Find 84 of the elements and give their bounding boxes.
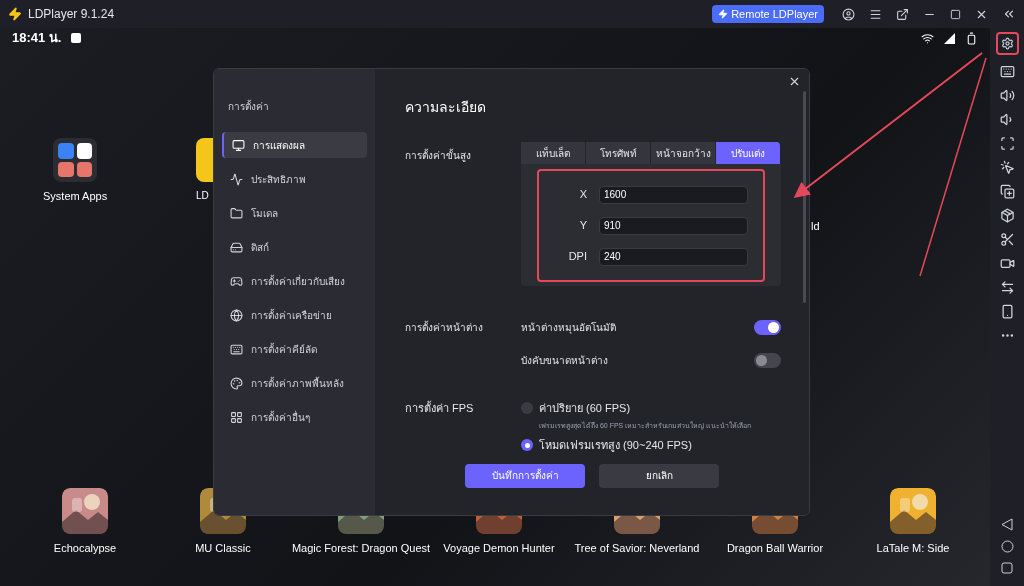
field-label: DPI bbox=[567, 249, 587, 265]
app-label: ld bbox=[811, 219, 820, 234]
swap-icon[interactable] bbox=[999, 280, 1015, 295]
app-label: MU Classic bbox=[195, 540, 251, 556]
folder-icon[interactable] bbox=[53, 138, 98, 182]
scissors-icon[interactable] bbox=[999, 232, 1015, 247]
signal-icon bbox=[944, 32, 955, 44]
nav-item[interactable]: การตั้งค่าภาพพื้นหลัง bbox=[222, 370, 367, 396]
nav-item[interactable]: ดิสก์ bbox=[222, 234, 367, 260]
lightning-icon bbox=[718, 9, 729, 19]
collapse-icon[interactable] bbox=[1002, 7, 1016, 21]
preset-tab[interactable]: โทรศัพท์ bbox=[586, 142, 651, 164]
palette-icon bbox=[230, 376, 243, 390]
settings-icon[interactable] bbox=[1000, 37, 1014, 50]
setting-label: การตั้งค่าขั้นสูง bbox=[405, 147, 472, 164]
monitor-icon bbox=[232, 138, 245, 152]
add-window-icon[interactable] bbox=[999, 184, 1015, 199]
input-field[interactable]: 240 bbox=[599, 247, 748, 266]
toggle-label: หน้าต่างหมุนอัตโนมัติ bbox=[521, 321, 616, 335]
back-icon[interactable] bbox=[1001, 518, 1013, 531]
account-icon[interactable] bbox=[842, 7, 855, 21]
section-title: ความละเอียด bbox=[405, 98, 487, 117]
close-icon[interactable] bbox=[788, 75, 801, 88]
video-icon[interactable] bbox=[999, 256, 1015, 271]
notification-icon bbox=[71, 33, 82, 43]
logo-icon bbox=[8, 7, 22, 21]
app-label: System Apps bbox=[43, 189, 108, 204]
nav-item[interactable]: การตั้งค่าเครือข่าย bbox=[222, 302, 367, 328]
gamepad-icon bbox=[230, 274, 243, 288]
cancel-button[interactable]: ยกเลิก bbox=[599, 463, 719, 488]
folder-icon bbox=[230, 206, 243, 220]
pointer-icon[interactable] bbox=[999, 160, 1015, 175]
save-button[interactable]: บันทึกการตั้งค่า bbox=[465, 463, 585, 488]
toggle-switch[interactable] bbox=[754, 320, 781, 335]
nav-item[interactable]: การตั้งค่าอื่นๆ bbox=[222, 404, 367, 430]
app-label: Magic Forest: Dragon Quest bbox=[291, 540, 431, 556]
scrollbar[interactable] bbox=[803, 91, 806, 303]
volume-up-icon[interactable] bbox=[999, 88, 1015, 103]
input-field[interactable]: 1600 bbox=[599, 185, 748, 204]
wifi-icon bbox=[921, 31, 934, 45]
radio-button[interactable] bbox=[521, 439, 533, 452]
maximize-icon[interactable] bbox=[950, 8, 961, 20]
screenshot-icon[interactable] bbox=[999, 136, 1015, 151]
app-icon[interactable] bbox=[196, 138, 213, 182]
input-field[interactable]: 910 bbox=[599, 216, 748, 235]
app-label: LaTale M: Side bbox=[876, 540, 950, 556]
nav-item[interactable]: การแสดงผล bbox=[222, 132, 367, 158]
settings-title: การตั้งค่า bbox=[227, 99, 270, 114]
toggle-switch[interactable] bbox=[754, 353, 781, 368]
setting-label: การตั้งค่า FPS bbox=[405, 400, 475, 416]
radio-label: โหมดเฟรมเรทสูง (90~240 FPS) bbox=[539, 438, 692, 454]
nav-item[interactable]: การตั้งค่าคีย์ลัด bbox=[222, 336, 367, 362]
popout-icon[interactable] bbox=[896, 7, 909, 21]
radio-button[interactable] bbox=[521, 402, 533, 415]
keyboard-icon bbox=[230, 342, 243, 356]
field-label: Y bbox=[578, 218, 587, 234]
nav-item[interactable]: โมเดล bbox=[222, 200, 367, 226]
radio-label: ค่าปริยาย (60 FPS) bbox=[539, 401, 631, 416]
preset-tab[interactable]: หน้าจอกว้าง bbox=[651, 142, 716, 164]
field-label: X bbox=[578, 187, 587, 203]
app-label: Dragon Ball Warrior bbox=[726, 540, 824, 556]
keyboard-icon[interactable] bbox=[999, 64, 1015, 79]
window-title: LDPlayer 9.1.24 bbox=[28, 6, 115, 23]
toggle-label: บังคับขนาดหน้าต่าง bbox=[521, 354, 608, 368]
preset-tab[interactable]: แท็บเล็ต bbox=[521, 142, 586, 164]
package-icon[interactable] bbox=[999, 208, 1015, 223]
preset-tab[interactable]: ปรับแต่ง bbox=[716, 142, 781, 164]
home-icon[interactable] bbox=[1000, 540, 1014, 553]
menu-icon[interactable] bbox=[869, 7, 882, 21]
setting-label: การตั้งค่าหน้าต่าง bbox=[405, 320, 484, 335]
nav-item[interactable]: ประสิทธิภาพ bbox=[222, 166, 367, 192]
app-label: Voyage Demon Hunter bbox=[443, 540, 555, 556]
remote-button[interactable]: Remote LDPlayer bbox=[712, 5, 824, 23]
clock: 18:41 น. bbox=[12, 29, 62, 48]
nav-item[interactable]: การตั้งค่าเกี่ยวกับเสียง bbox=[222, 268, 367, 294]
app-label: Tree of Savior: Neverland bbox=[574, 540, 700, 556]
recents-icon[interactable] bbox=[1001, 562, 1013, 574]
app-label: LD bbox=[196, 189, 209, 203]
app-label: Echocalypse bbox=[53, 540, 117, 556]
phone-icon[interactable] bbox=[999, 304, 1015, 319]
pulse-icon bbox=[230, 172, 243, 186]
globe-icon bbox=[230, 308, 243, 322]
grid-icon bbox=[230, 410, 243, 424]
battery-icon bbox=[965, 31, 978, 45]
